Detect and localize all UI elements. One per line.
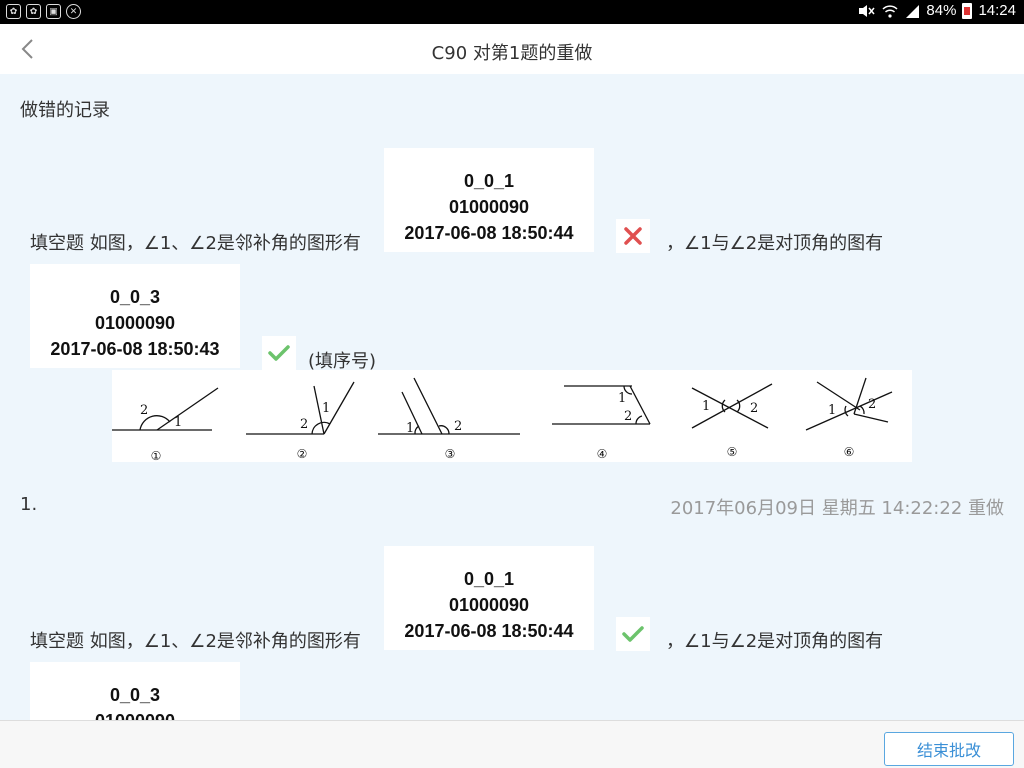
figure-label: ⑤ bbox=[727, 445, 738, 459]
angle-figures: 21 21 12 12 12 12 ① ② ③ ④ ⑤ ⑥ bbox=[112, 370, 912, 463]
battery-icon bbox=[962, 2, 973, 19]
svg-text:2: 2 bbox=[624, 409, 632, 424]
battery-percent: 84% bbox=[926, 2, 957, 19]
question-text-prefix: 填空题 如图，∠1、∠2是邻补角的图形有 bbox=[30, 631, 361, 652]
wrong-mark bbox=[616, 219, 650, 253]
figure-label: ⑥ bbox=[844, 445, 855, 459]
svg-text:1: 1 bbox=[174, 415, 182, 430]
svg-text:2: 2 bbox=[140, 403, 148, 418]
blocked-icon: ✕ bbox=[66, 4, 81, 19]
question-text-mid: ，∠1与∠2是对顶角的图有 bbox=[666, 233, 884, 254]
app-notification-icon: ✿ bbox=[6, 4, 21, 19]
svg-text:1: 1 bbox=[618, 391, 626, 406]
record-timestamp: 2017年06月09日 星期五 14:22:22 重做 bbox=[670, 498, 1004, 519]
svg-text:2: 2 bbox=[750, 401, 758, 416]
question-text-prefix: 填空题 如图，∠1、∠2是邻补角的图形有 bbox=[30, 233, 361, 254]
clock: 14:24 bbox=[978, 2, 1016, 19]
section-title: 做错的记录 bbox=[20, 100, 110, 121]
answer-image: 0_0_3 01000090 bbox=[30, 662, 240, 720]
answer-image: 0_0_1 01000090 2017-06-08 18:50:44 bbox=[384, 148, 594, 252]
answer-id: 01000090 bbox=[30, 708, 240, 720]
svg-text:1: 1 bbox=[702, 399, 710, 414]
notification-icons: ✿ ✿ ▣ ✕ bbox=[6, 4, 81, 19]
wifi-icon bbox=[882, 4, 898, 18]
answer-timestamp: 2017-06-08 18:50:43 bbox=[50, 339, 220, 359]
system-icons: 84% 14:24 bbox=[856, 2, 1016, 19]
app-notification-icon: ▣ bbox=[46, 4, 61, 19]
svg-text:2: 2 bbox=[868, 397, 876, 412]
answer-image: 0_0_3 01000090 2017-06-08 18:50:43 bbox=[30, 264, 240, 368]
svg-text:2: 2 bbox=[300, 417, 308, 432]
question-text-mid: ，∠1与∠2是对顶角的图有 bbox=[666, 631, 884, 652]
record-number: 1. bbox=[20, 494, 38, 515]
svg-text:1: 1 bbox=[322, 401, 330, 416]
signal-icon bbox=[906, 4, 920, 18]
figure-label: ② bbox=[297, 447, 308, 461]
app-notification-icon: ✿ bbox=[26, 4, 41, 19]
answer-code: 0_0_3 bbox=[109, 685, 161, 705]
answer-timestamp: 2017-06-08 18:50:44 bbox=[404, 223, 574, 243]
answer-code: 0_0_1 bbox=[463, 171, 515, 191]
answer-image: 0_0_1 01000090 2017-06-08 18:50:44 bbox=[384, 546, 594, 650]
check-icon bbox=[268, 345, 290, 361]
check-icon bbox=[622, 626, 644, 642]
page-title: C90 对第1题的重做 bbox=[431, 43, 593, 64]
main-content: 做错的记录 填空题 如图，∠1、∠2是邻补角的图形有 0_0_1 0100009… bbox=[0, 74, 1024, 720]
status-bar: ✿ ✿ ▣ ✕ 84% 14:24 bbox=[0, 0, 1024, 24]
correct-mark bbox=[262, 336, 296, 370]
figure-label: ③ bbox=[445, 447, 456, 461]
end-grading-button[interactable]: 结束批改 bbox=[884, 732, 1014, 766]
svg-text:2: 2 bbox=[454, 419, 462, 434]
mute-icon bbox=[859, 4, 875, 17]
figure-label: ① bbox=[151, 449, 162, 462]
figure-label: ④ bbox=[597, 447, 608, 461]
answer-id: 01000090 bbox=[448, 595, 530, 615]
answer-code: 0_0_3 bbox=[109, 287, 161, 307]
svg-text:1: 1 bbox=[828, 403, 836, 418]
footer-bar: 结束批改 bbox=[0, 720, 1024, 768]
angle-diagram: 21 21 12 12 12 12 ① ② ③ ④ ⑤ ⑥ bbox=[112, 377, 893, 463]
answer-id: 01000090 bbox=[448, 197, 530, 217]
cross-icon bbox=[624, 227, 642, 245]
correct-mark bbox=[616, 617, 650, 651]
answer-timestamp: 2017-06-08 18:50:44 bbox=[404, 621, 574, 641]
app-header: C90 对第1题的重做 bbox=[0, 24, 1024, 74]
answer-code: 0_0_1 bbox=[463, 569, 515, 589]
svg-text:1: 1 bbox=[406, 421, 414, 436]
answer-id: 01000090 bbox=[94, 313, 176, 333]
